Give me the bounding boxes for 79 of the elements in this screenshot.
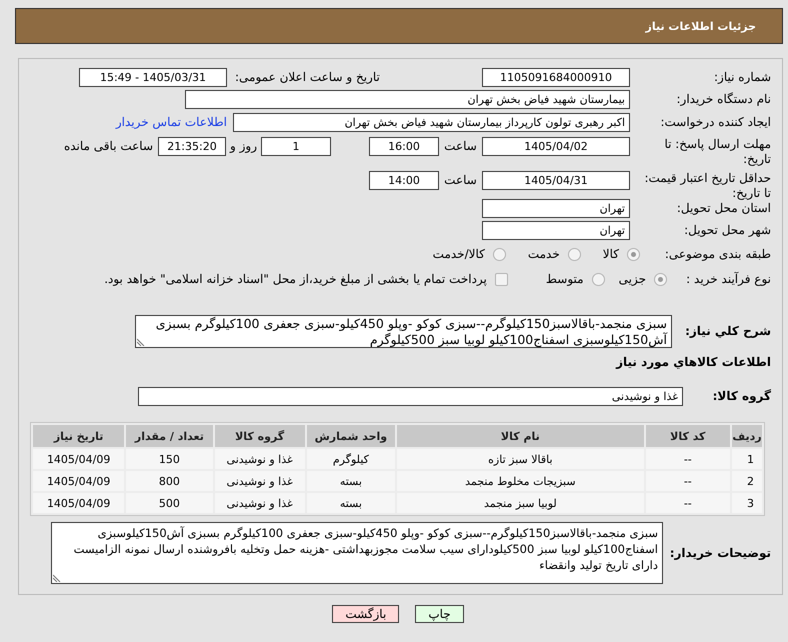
column-header: گروه کالا (214, 425, 305, 447)
table-cell: بسته (306, 493, 395, 513)
radio-button[interactable] (592, 272, 605, 286)
field-label: شماره نیاز: (714, 70, 771, 84)
city-field[interactable]: تهران (482, 221, 630, 240)
field-label: مهلت ارسال پاسخ: تا تاریخ: (664, 137, 771, 166)
table-cell: 3 (732, 493, 762, 513)
checkbox[interactable] (494, 272, 508, 286)
deadline-date-field[interactable]: 1405/04/02 (482, 137, 630, 156)
option-label: متوسط (546, 272, 584, 286)
column-header: ردیف (732, 425, 762, 447)
field-label: تاریخ و ساعت اعلان عمومی: (235, 70, 380, 85)
resize-grip-icon[interactable] (137, 337, 146, 346)
deadline-time-field[interactable]: 16:00 (369, 137, 439, 156)
column-header: نام کالا (397, 425, 644, 447)
announce-date-field[interactable]: 1405/03/31 - 15:49 (79, 68, 227, 87)
field-label: حداقل تاریخ اعتبار قیمت: تا تاریخ: (644, 171, 771, 200)
column-header: تاریخ نیاز (33, 425, 124, 447)
field-label: طبقه بندی موضوعی: (664, 246, 771, 260)
field-label: ساعت (444, 139, 477, 154)
field-label: گروه کالا: (712, 389, 771, 403)
buyer-notes-text: سبزی منجمد-باقالاسبز150کیلوگرم--سبزی کوکو -وپلو 450کیلو-سبزی جعفری 100کیلوگرم بسبزی آش150کیلوسبزی اسفناج100کیلو لوبیا سبز 500کیلودارای سیب سلامت مجوزبهداشتی -هزینه حمل وتخلیه بافروشنده ارسال نمونه الزامیست دارای تاریخ تولید وانقضاء (74, 526, 658, 572)
back-button[interactable]: بازگشت (332, 605, 400, 623)
option-label: کالا/خدمت (432, 246, 485, 262)
field-label: توضیحات خریدار: (670, 546, 771, 560)
need-number-field[interactable]: 1105091684000910 (482, 68, 630, 87)
validity-date-field[interactable]: 1405/04/31 (482, 171, 630, 190)
table-cell: 800 (126, 471, 213, 491)
table-cell: غذا و نوشیدنی (214, 471, 305, 491)
column-header: کد کالا (646, 425, 730, 447)
requester-field[interactable]: اکبر رهبری تولون کارپرداز بیمارستان شهید فیاض بخش تهران (233, 113, 630, 132)
field-label: ساعت باقی مانده (64, 139, 153, 153)
field-label: روز و (230, 139, 257, 154)
table-cell: 1405/04/09 (33, 471, 124, 491)
section-title: اطلاعات کالاهاي مورد نياز (616, 355, 771, 369)
field-label: ایجاد کننده درخواست: (660, 115, 771, 129)
table-cell: باقالا سبز تازه (397, 449, 644, 469)
radio-button[interactable] (492, 248, 506, 260)
table-cell: -- (646, 493, 730, 513)
option-label: جزیی (618, 272, 646, 286)
page-title: جزئیات اطلاعات نیاز (646, 18, 756, 34)
buyer-org-field[interactable]: بیمارستان شهید فیاض بخش تهران (185, 90, 630, 109)
remaining-time-field[interactable]: 21:35:20 (158, 137, 226, 156)
table-cell: 150 (126, 449, 213, 469)
table-cell: 500 (126, 493, 213, 513)
table-cell: لوبیا سبز منجمد (397, 493, 644, 513)
table-cell: غذا و نوشیدنی (214, 449, 305, 469)
table-cell: 1405/04/09 (33, 449, 124, 469)
column-header: تعداد / مقدار (126, 425, 213, 447)
column-header: واحد شمارش (306, 425, 395, 447)
table-cell: سبزیجات مخلوط منجمد (397, 471, 644, 491)
field-label: نام دستگاه خریدار: (676, 92, 771, 106)
treasury-note: پرداخت تمام یا بخشی از مبلغ خرید،از محل "اسناد خزانه اسلامی" خواهد بود. (104, 272, 487, 286)
field-label: شهر محل تحویل: (684, 223, 771, 237)
radio-button[interactable] (627, 248, 640, 260)
goods-group-field[interactable]: غذا و نوشیدنی (138, 387, 683, 406)
contact-link[interactable]: اطلاعات تماس خریدار (116, 115, 227, 130)
validity-time-field[interactable]: 14:00 (369, 171, 439, 190)
buyer-notes-textarea[interactable] (51, 522, 663, 584)
field-label: استان محل تحویل: (676, 201, 771, 215)
print-button[interactable]: چاپ (415, 605, 464, 623)
table-cell: کیلوگرم (306, 449, 395, 469)
field-label: شرح کلي نياز: (685, 324, 771, 338)
table-cell: بسته (306, 471, 395, 491)
days-field[interactable]: 1 (261, 137, 331, 156)
field-label: نوع فرآیند خرید : (686, 272, 771, 286)
table-cell: -- (646, 449, 730, 469)
table-cell: -- (646, 471, 730, 491)
province-field[interactable]: تهران (482, 199, 630, 218)
radio-button[interactable] (654, 272, 667, 286)
table-cell: 1 (732, 449, 762, 469)
table-cell: غذا و نوشیدنی (214, 493, 305, 513)
field-label: ساعت (444, 173, 477, 188)
option-label: خدمت (528, 246, 560, 262)
radio-button[interactable] (568, 248, 581, 260)
table-cell: 2 (732, 471, 762, 491)
option-label: کالا (602, 246, 619, 262)
resize-grip-icon[interactable] (53, 573, 62, 582)
table-cell: 1405/04/09 (33, 493, 124, 513)
